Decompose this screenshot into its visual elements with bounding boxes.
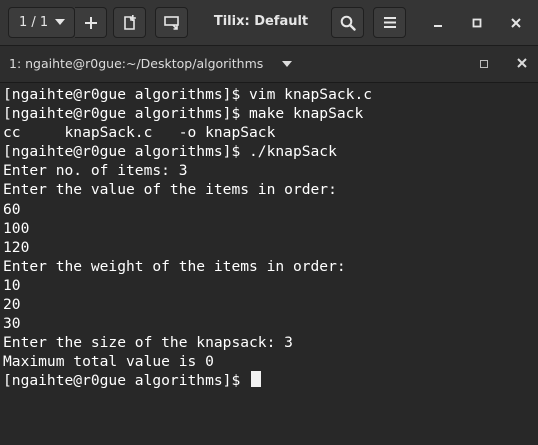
close-button[interactable]: [507, 14, 525, 32]
terminal-line: Maximum total value is 0: [3, 353, 214, 371]
terminal-line: [ngaihte@r0gue algorithms]$ make knapSac…: [3, 105, 364, 123]
terminal-line: [ngaihte@r0gue algorithms]$ ./knapSack: [3, 143, 337, 161]
terminal-line: Enter the weight of the items in order:: [3, 257, 346, 275]
add-icon: [84, 16, 97, 29]
terminal-line: 20: [3, 296, 21, 314]
maximize-icon[interactable]: [480, 60, 488, 68]
sync-input-button[interactable]: [155, 7, 188, 38]
terminal-lines: [ngaihte@r0gue algorithms]$ vim knapSack…: [3, 85, 372, 391]
terminal-line: Enter no. of items: 3: [3, 162, 188, 180]
maximize-button[interactable]: [468, 14, 486, 32]
sync-input-icon: [163, 15, 179, 30]
terminal-line: 60: [3, 200, 21, 218]
terminal-line: cc knapSack.c -o knapSack: [3, 124, 276, 142]
tilix-window: 1 / 1 Tilix: Default 1: ngaihte@r0gue:~/…: [0, 0, 538, 445]
chevron-down-icon[interactable]: [282, 61, 292, 67]
terminal-line: 100: [3, 219, 30, 237]
terminal-line: 10: [3, 276, 21, 294]
terminal-title[interactable]: 1: ngaihte@r0gue:~/Desktop/algorithms: [9, 56, 263, 71]
add-session-icon: [123, 14, 136, 30]
terminal-output[interactable]: [ngaihte@r0gue algorithms]$ vim knapSack…: [0, 83, 538, 445]
app-menu-button[interactable]: [373, 7, 406, 38]
close-icon[interactable]: [515, 56, 529, 70]
text-cursor: [251, 371, 262, 388]
window-title: Tilix: Default: [213, 14, 309, 29]
terminal-line: Enter the size of the knapsack: 3: [3, 334, 293, 352]
hamburger-menu-icon: [383, 17, 396, 28]
minimize-icon: [434, 25, 442, 27]
add-terminal-button[interactable]: [75, 7, 107, 38]
close-icon: [511, 18, 521, 28]
terminal-tab-bar: 1: ngaihte@r0gue:~/Desktop/algorithms: [0, 46, 538, 83]
minimize-button[interactable]: [429, 14, 447, 32]
terminal-line: 120: [3, 238, 30, 256]
find-button[interactable]: [331, 7, 364, 38]
session-switcher-label: 1 / 1: [19, 15, 49, 30]
terminal-line: 30: [3, 315, 21, 333]
terminal-prompt-line: [ngaihte@r0gue algorithms]$: [3, 371, 372, 390]
search-icon: [340, 15, 356, 31]
maximize-icon: [472, 18, 482, 28]
new-session-button[interactable]: [113, 7, 146, 38]
session-switcher-button[interactable]: 1 / 1: [8, 7, 75, 38]
shell-prompt: [ngaihte@r0gue algorithms]$: [3, 372, 250, 390]
chevron-down-icon: [55, 19, 65, 25]
terminal-line: Enter the value of the items in order:: [3, 181, 337, 199]
headerbar: 1 / 1 Tilix: Default: [0, 0, 538, 46]
terminal-line: [ngaihte@r0gue algorithms]$ vim knapSack…: [3, 86, 373, 103]
